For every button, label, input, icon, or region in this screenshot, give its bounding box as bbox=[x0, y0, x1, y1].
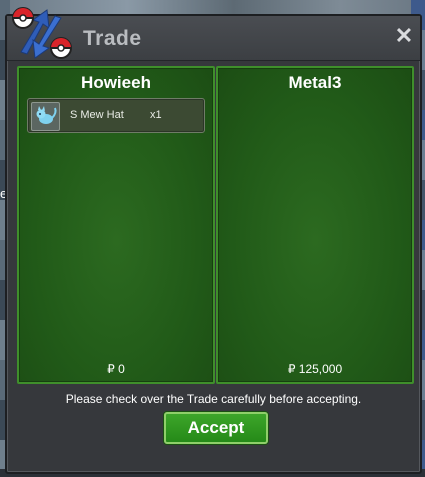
player-trade-panel: Howieeh S Mew Hat x1 ₽ 0 bbox=[17, 66, 215, 384]
partner-name: Metal3 bbox=[288, 73, 342, 92]
player-money-offer: ₽ 0 bbox=[107, 362, 125, 376]
partner-trade-panel: Metal3 ₽ 125,000 bbox=[216, 66, 414, 384]
mew-icon bbox=[31, 102, 60, 131]
item-name: S Mew Hat bbox=[70, 109, 124, 121]
window-title: Trade bbox=[83, 27, 142, 50]
trade-notice: Please check over the Trade carefully be… bbox=[65, 392, 362, 406]
trade-window: Trade ✕ Howieeh S Mew Hat x1 ₽ 0 Metal3 … bbox=[5, 7, 422, 474]
close-button[interactable]: ✕ bbox=[394, 25, 414, 47]
trade-item-slot[interactable]: S Mew Hat x1 bbox=[27, 98, 205, 133]
accept-button[interactable]: Accept bbox=[164, 412, 268, 444]
item-quantity: x1 bbox=[150, 109, 162, 121]
player-name: Howieeh bbox=[81, 73, 151, 92]
trade-logo-icon bbox=[12, 7, 72, 59]
partner-money-offer: ₽ 125,000 bbox=[287, 362, 343, 376]
